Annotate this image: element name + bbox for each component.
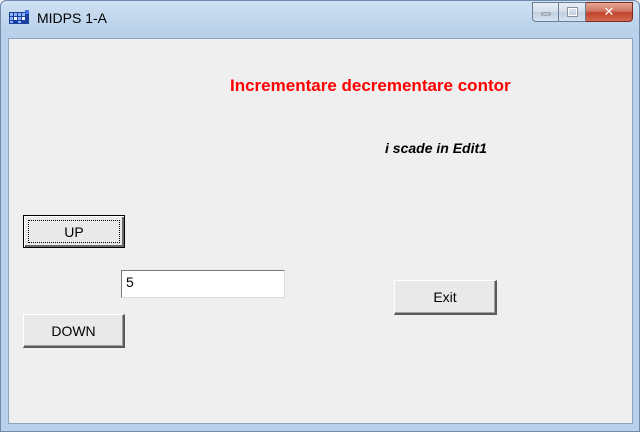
form-client-area: Incrementare decrementare contor i scade… (8, 38, 633, 424)
focus-rectangle (28, 220, 120, 243)
minimize-button[interactable] (532, 2, 559, 22)
hint-label: i scade in Edit1 (385, 140, 487, 156)
caption-buttons: ✕ (532, 2, 633, 22)
minimize-icon (541, 12, 550, 16)
calculator-grid-icon (9, 10, 29, 24)
close-button[interactable]: ✕ (586, 2, 633, 22)
maximize-button[interactable] (559, 2, 586, 22)
app-window: MIDPS 1-A ✕ Incrementare decrementare co… (0, 0, 640, 432)
down-button-label: DOWN (51, 322, 96, 339)
exit-button[interactable]: Exit (394, 280, 497, 315)
exit-button-label: Exit (433, 289, 457, 305)
edit1-field[interactable]: 5 (121, 270, 285, 298)
maximize-icon (566, 7, 578, 17)
title-bar[interactable]: MIDPS 1-A ✕ (1, 1, 639, 35)
form-heading: Incrementare decrementare contor (230, 76, 511, 95)
up-button[interactable]: UP (23, 215, 125, 248)
down-button[interactable]: DOWN (23, 314, 125, 348)
close-icon: ✕ (603, 4, 615, 20)
window-title: MIDPS 1-A (37, 10, 108, 26)
